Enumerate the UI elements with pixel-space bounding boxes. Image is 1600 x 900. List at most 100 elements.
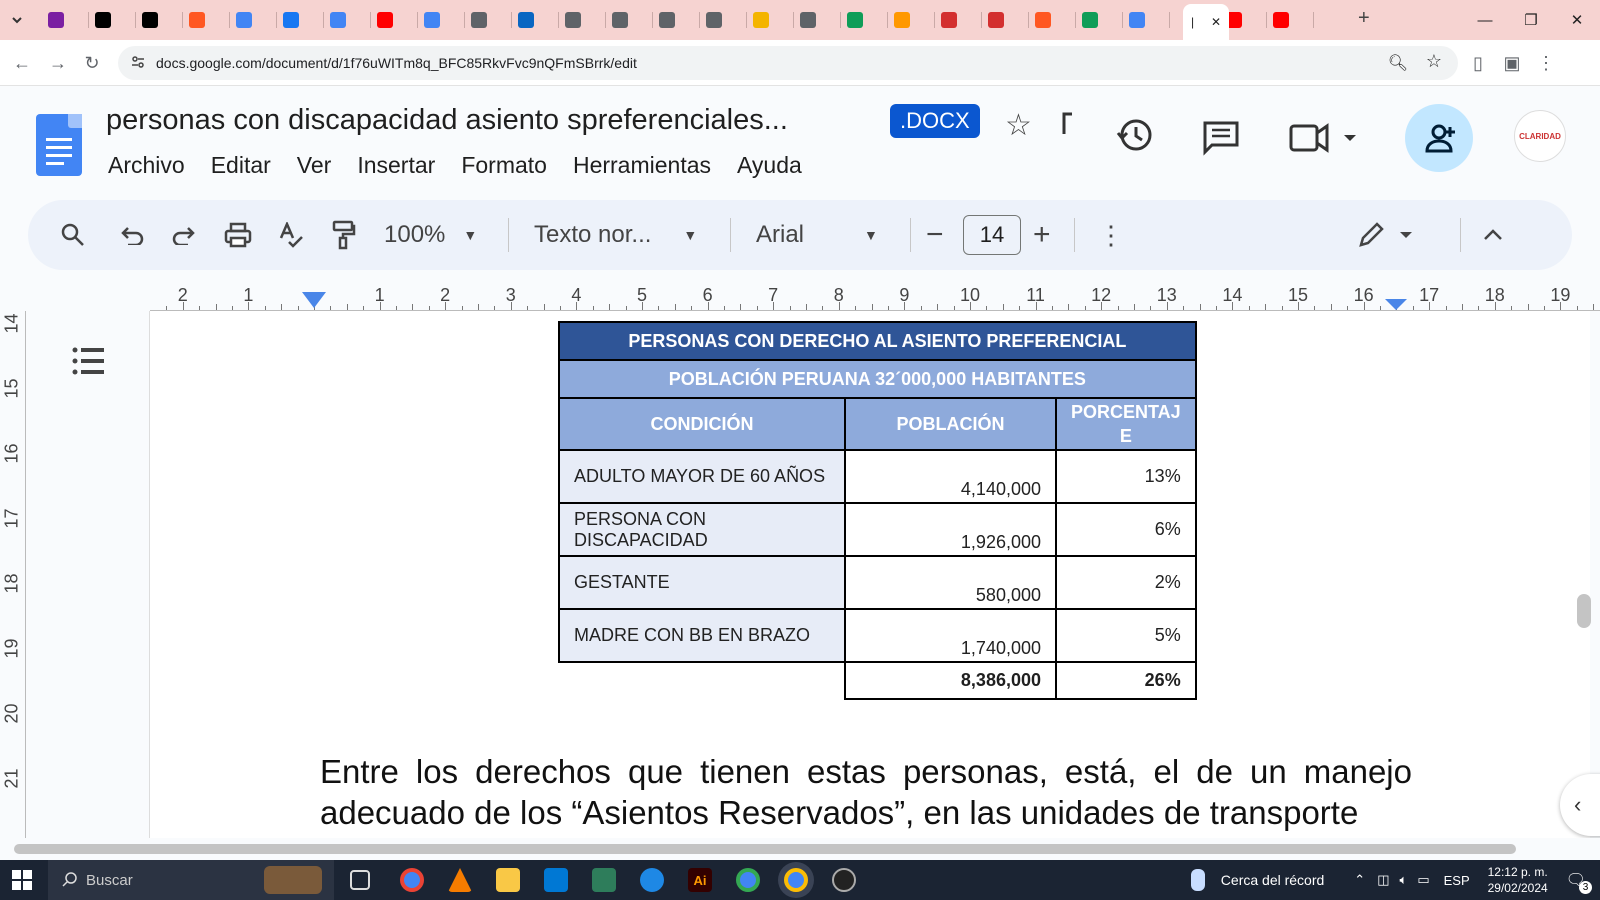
profile-icon[interactable]: ▣ xyxy=(1500,51,1524,75)
browser-tab[interactable] xyxy=(800,6,816,34)
menu-herramientas[interactable]: Herramientas xyxy=(573,152,711,179)
address-bar[interactable]: docs.google.com/document/d/1f76uWITm8q_B… xyxy=(118,46,1458,80)
avatar[interactable]: CLARIDAD xyxy=(1514,110,1566,162)
more-menu-icon[interactable]: ⋮ xyxy=(1534,51,1558,75)
style-select[interactable]: Texto nor... ▼ xyxy=(534,200,697,270)
browser-tab[interactable] xyxy=(518,6,534,34)
file-explorer-icon[interactable] xyxy=(496,868,520,892)
browser-tab[interactable] xyxy=(471,6,487,34)
document-page[interactable]: PERSONAS CON DERECHO AL ASIENTO PREFEREN… xyxy=(150,311,1590,838)
browser-tab[interactable] xyxy=(95,6,111,34)
taskbar-search-box[interactable]: Buscar xyxy=(48,860,334,900)
volume-icon[interactable]: 🔈︎ xyxy=(1400,872,1408,888)
edge-icon[interactable] xyxy=(640,868,664,892)
task-view-icon[interactable] xyxy=(350,870,370,890)
right-indent-marker[interactable] xyxy=(1385,299,1408,310)
windows-start-icon[interactable] xyxy=(12,870,32,890)
browser-tab[interactable] xyxy=(189,6,205,34)
preferential-seat-table[interactable]: PERSONAS CON DERECHO AL ASIENTO PREFEREN… xyxy=(558,321,1197,700)
chrome-active-icon[interactable] xyxy=(784,868,808,892)
browser-tab[interactable] xyxy=(1082,6,1098,34)
zoom-icon[interactable]: 🔍︎ xyxy=(1388,53,1408,73)
back-button[interactable]: ← xyxy=(10,51,34,75)
increase-font-size-button[interactable]: + xyxy=(1033,200,1051,270)
tab-search-icon[interactable] xyxy=(10,6,24,34)
chrome-profile-icon[interactable] xyxy=(736,868,760,892)
browser-tab[interactable] xyxy=(988,6,1004,34)
more-options-icon[interactable]: ⋮ xyxy=(1098,200,1124,270)
browser-tab[interactable] xyxy=(424,6,440,34)
illustrator-icon[interactable]: Ai xyxy=(688,868,712,892)
left-indent-marker[interactable] xyxy=(302,292,326,308)
vertical-scrollbar-thumb[interactable] xyxy=(1577,594,1591,628)
vertical-ruler[interactable]: 14 15 16 17 18 19 20 21 xyxy=(0,311,26,838)
store-icon[interactable] xyxy=(544,868,568,892)
redo-icon[interactable] xyxy=(172,200,196,270)
new-tab-button[interactable]: + xyxy=(1358,4,1370,32)
decrease-font-size-button[interactable]: − xyxy=(926,200,944,270)
menu-ayuda[interactable]: Ayuda xyxy=(737,152,802,179)
browser-tab[interactable] xyxy=(377,6,393,34)
forward-button[interactable]: → xyxy=(46,51,70,75)
browser-tab[interactable] xyxy=(847,6,863,34)
app-icon[interactable] xyxy=(592,868,616,892)
browser-tab[interactable] xyxy=(330,6,346,34)
meet-video-icon[interactable] xyxy=(1288,120,1358,156)
minimize-button[interactable]: — xyxy=(1462,0,1508,40)
spellcheck-icon[interactable] xyxy=(278,200,304,270)
share-button[interactable] xyxy=(1405,104,1473,172)
menu-formato[interactable]: Formato xyxy=(461,152,547,179)
browser-tab[interactable] xyxy=(941,6,957,34)
browser-tab[interactable] xyxy=(659,6,675,34)
horizontal-scrollbar-thumb[interactable] xyxy=(14,844,1516,854)
hide-menus-icon[interactable] xyxy=(1482,200,1504,270)
docs-logo-icon[interactable] xyxy=(36,114,82,176)
paint-format-icon[interactable] xyxy=(332,200,356,270)
search-menus-icon[interactable] xyxy=(60,200,86,270)
document-title[interactable]: personas con discapacidad asiento sprefe… xyxy=(106,104,788,137)
print-icon[interactable] xyxy=(224,200,252,270)
browser-tab[interactable] xyxy=(48,6,64,34)
meet-now-icon[interactable]: ◫ xyxy=(1377,872,1389,888)
browser-tab[interactable] xyxy=(236,6,252,34)
restore-button[interactable]: ❐ xyxy=(1508,0,1554,40)
browser-tab[interactable] xyxy=(283,6,299,34)
editing-mode-button[interactable] xyxy=(1358,200,1418,270)
weather-text[interactable]: Cerca del récord xyxy=(1221,872,1325,888)
chevron-up-icon[interactable]: ⌃ xyxy=(1354,872,1365,888)
browser-tab[interactable] xyxy=(1129,6,1145,34)
media-player-icon[interactable] xyxy=(832,868,856,892)
browser-tab[interactable] xyxy=(142,6,158,34)
font-select[interactable]: Arial ▼ xyxy=(756,200,878,270)
chrome-icon[interactable] xyxy=(400,868,424,892)
bookmark-star-icon[interactable]: ☆ xyxy=(1426,51,1442,72)
browser-tab[interactable] xyxy=(706,6,722,34)
menu-archivo[interactable]: Archivo xyxy=(108,152,185,179)
browser-tab[interactable] xyxy=(1035,6,1051,34)
side-panel-icon[interactable]: ▯ xyxy=(1466,51,1490,75)
horizontal-scrollbar[interactable] xyxy=(0,838,1600,860)
font-size-input[interactable]: 14 xyxy=(963,215,1021,255)
network-icon[interactable]: ▭ xyxy=(1417,872,1429,888)
tab-active[interactable]: | ✕ xyxy=(1183,4,1229,40)
clock[interactable]: 12:12 p. m. 29/02/2024 xyxy=(1488,864,1548,896)
browser-tab[interactable] xyxy=(565,6,581,34)
site-settings-icon[interactable] xyxy=(130,54,146,75)
menu-insertar[interactable]: Insertar xyxy=(357,152,435,179)
zoom-select[interactable]: 100% ▼ xyxy=(384,200,477,270)
comments-icon[interactable] xyxy=(1202,120,1240,156)
horizontal-ruler[interactable]: 2 1 1 2 3 4 5 6 7 8 9 10 11 12 13 14 15 16 17 18 19 xyxy=(150,281,1600,311)
menu-editar[interactable]: Editar xyxy=(211,152,271,179)
browser-tab[interactable] xyxy=(1273,6,1289,34)
move-folder-icon[interactable] xyxy=(1060,112,1074,136)
reload-button[interactable]: ↻ xyxy=(80,51,104,75)
close-tab-icon[interactable]: ✕ xyxy=(1211,15,1221,29)
undo-icon[interactable] xyxy=(120,200,144,270)
language-indicator[interactable]: ESP xyxy=(1444,873,1470,888)
vlc-icon[interactable] xyxy=(448,868,472,892)
browser-tab[interactable] xyxy=(753,6,769,34)
browser-tab[interactable] xyxy=(612,6,628,34)
menu-ver[interactable]: Ver xyxy=(297,152,332,179)
document-outline-icon[interactable] xyxy=(72,347,104,380)
version-history-icon[interactable] xyxy=(1116,116,1154,154)
